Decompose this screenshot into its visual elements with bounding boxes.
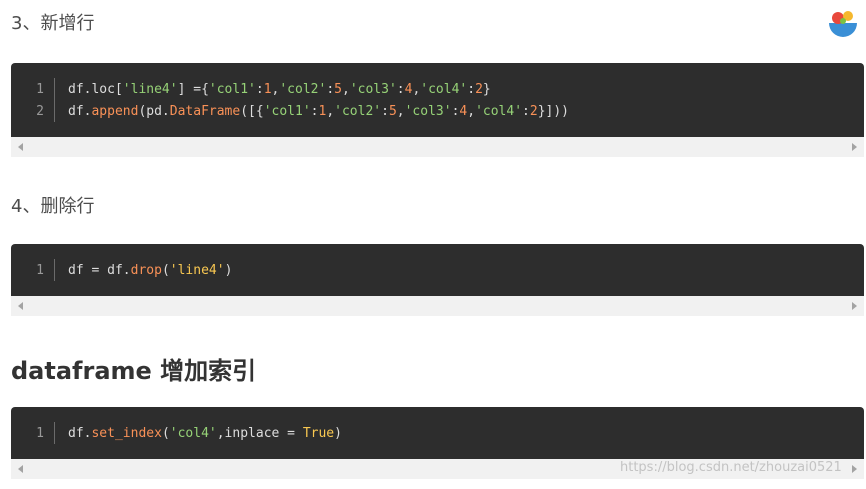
code-token: : (326, 82, 335, 97)
code-token: 'line4' (169, 263, 225, 278)
code-token: df. (68, 104, 92, 119)
code-token: append (91, 104, 139, 119)
code-token: : (381, 104, 389, 119)
horizontal-scrollbar[interactable] (11, 137, 864, 157)
step-4-heading: 4、删除行 (11, 196, 95, 217)
scroll-right-arrow-icon[interactable] (852, 302, 857, 310)
code-token: 1 (263, 82, 272, 97)
code-text[interactable]: df = df.drop('line4') (68, 260, 232, 282)
scroll-left-arrow-icon[interactable] (18, 302, 23, 310)
code-token: 'col3' (349, 82, 397, 97)
code-token: 5 (388, 104, 397, 119)
code-token: ] ={ (177, 82, 209, 97)
code-line: 1 df.loc['line4'] ={'col1':1,'col2':5,'c… (11, 79, 864, 101)
code-token: }])) (537, 104, 569, 119)
code-token: ) (224, 263, 233, 278)
scroll-right-arrow-icon[interactable] (852, 465, 857, 473)
code-token: , (341, 82, 350, 97)
code-token: ( (161, 263, 170, 278)
code-token: drop (130, 263, 162, 278)
code-block-add-row: 1 df.loc['line4'] ={'col1':1,'col2':5,'c… (11, 63, 864, 137)
code-block-drop-row: 1 df = df.drop('line4') (11, 244, 864, 296)
code-line: 2 df.append(pd.DataFrame([{'col1':1,'col… (11, 101, 864, 123)
step-3-heading: 3、新增行 (11, 13, 95, 34)
code-token: 5 (334, 82, 342, 97)
code-token: ( (161, 426, 170, 441)
code-token: } (482, 82, 491, 97)
code-line: 1 df.set_index('col4',inplace = True) (11, 423, 864, 445)
code-token: set_index (91, 426, 162, 441)
code-token: df = df. (68, 263, 131, 278)
scroll-left-arrow-icon[interactable] (18, 465, 23, 473)
code-token: 'line4' (122, 82, 178, 97)
scroll-left-arrow-icon[interactable] (18, 143, 23, 151)
code-token: 2 (475, 82, 483, 97)
code-token: 'col1' (208, 82, 256, 97)
code-token: : (255, 82, 264, 97)
code-token: : (310, 104, 319, 119)
code-token: df. (68, 426, 92, 441)
code-block-set-index: 1 df.set_index('col4',inplace = True) (11, 407, 864, 459)
code-text[interactable]: df.set_index('col4',inplace = True) (68, 423, 342, 445)
watermark: https://blog.csdn.net/zhouzai0521 (620, 460, 842, 475)
code-text[interactable]: df.loc['line4'] ={'col1':1,'col2':5,'col… (68, 79, 491, 101)
code-token: 'col4' (420, 82, 468, 97)
code-token: DataFrame (169, 104, 241, 119)
code-token: , (467, 104, 476, 119)
code-text[interactable]: df.append(pd.DataFrame([{'col1':1,'col2'… (68, 101, 569, 123)
code-token: df.loc[ (68, 82, 123, 97)
code-token: 2 (529, 104, 538, 119)
line-number: 1 (36, 426, 44, 441)
scroll-right-arrow-icon[interactable] (852, 143, 857, 151)
code-token: 'col2' (334, 104, 382, 119)
code-token: 'col1' (263, 104, 311, 119)
code-token: True (302, 426, 335, 441)
code-token: : (522, 104, 530, 119)
section-heading: dataframe 增加索引 (11, 357, 257, 385)
code-token: 'col2' (279, 82, 327, 97)
code-token: : (396, 82, 405, 97)
code-token: 'col3' (404, 104, 452, 119)
line-number: 2 (36, 104, 44, 119)
code-token: : (467, 82, 476, 97)
code-token: , (326, 104, 335, 119)
code-token: (pd. (138, 104, 170, 119)
code-token: ) (334, 426, 342, 441)
line-number: 1 (36, 263, 44, 278)
code-token: ,inplace = (216, 426, 303, 441)
code-token: 'col4' (169, 426, 217, 441)
code-token: ([{ (240, 104, 264, 119)
code-line: 1 df = df.drop('line4') (11, 260, 864, 282)
csdn-bowl-logo-icon (827, 7, 859, 39)
horizontal-scrollbar[interactable] (11, 296, 864, 316)
code-token: , (396, 104, 405, 119)
code-token: 'col4' (475, 104, 523, 119)
line-number: 1 (36, 82, 44, 97)
